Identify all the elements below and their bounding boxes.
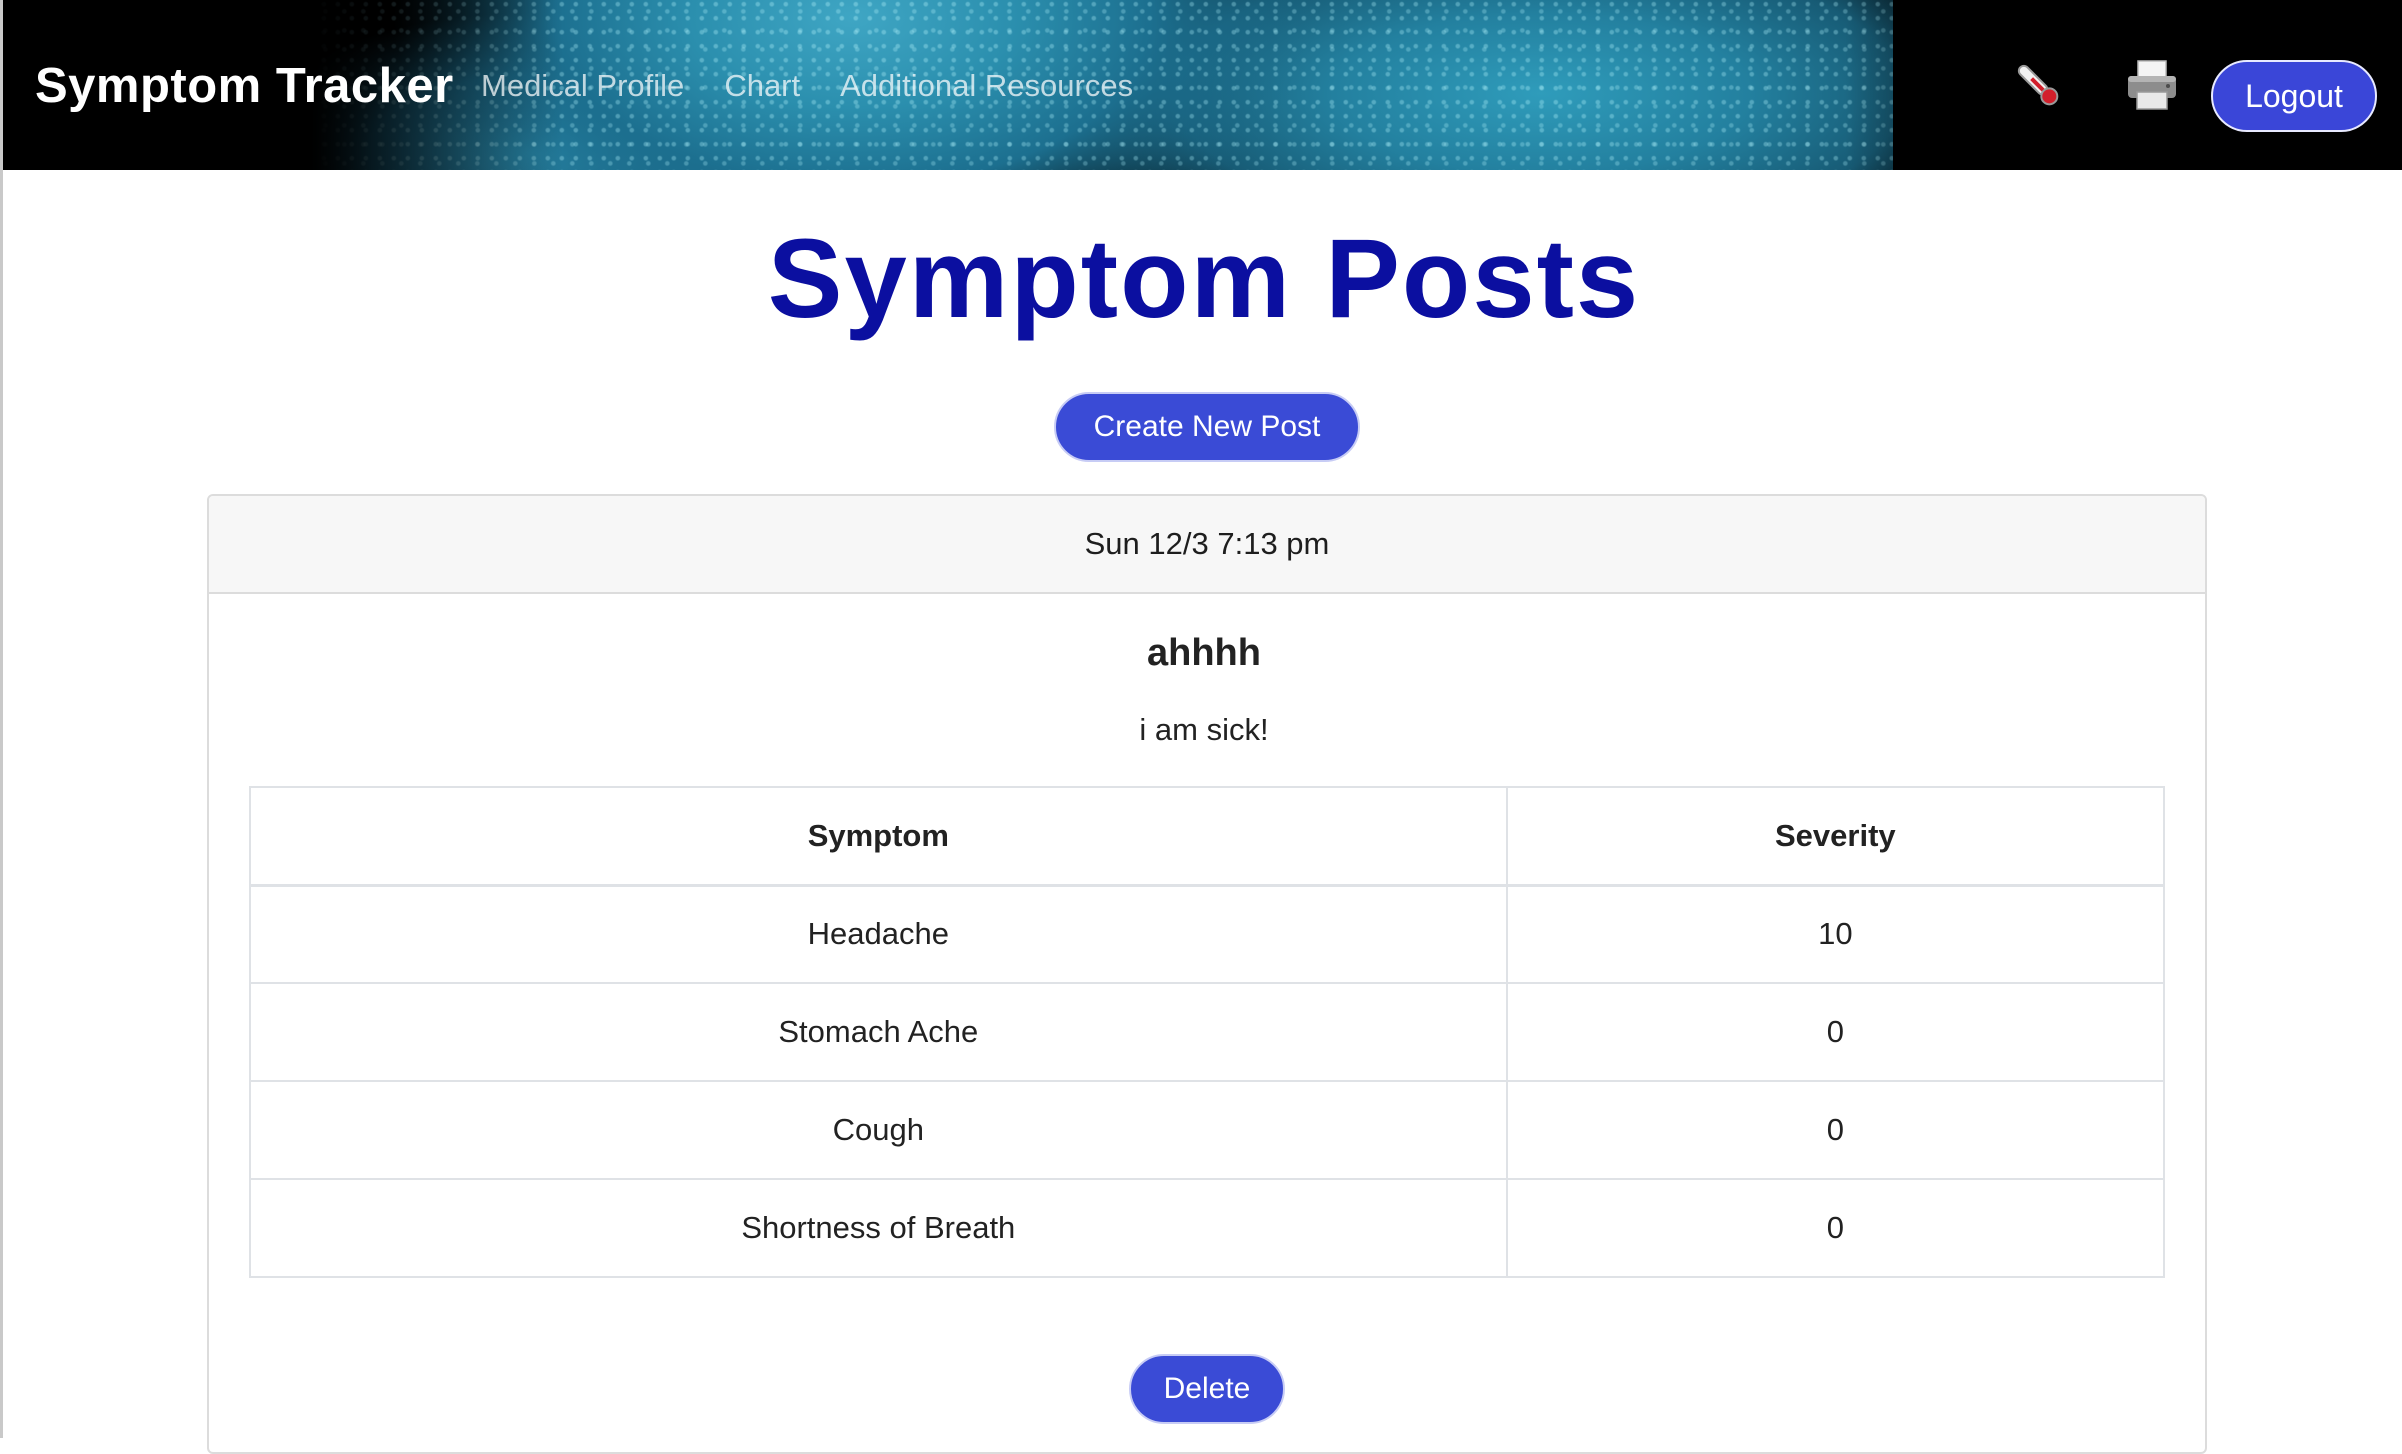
table-row: Shortness of Breath 0 [249, 1178, 2166, 1278]
thermometer-icon[interactable] [2011, 58, 2065, 112]
delete-post-button[interactable]: Delete [1129, 1354, 1285, 1424]
nav-link-chart[interactable]: Chart [724, 68, 800, 104]
table-row: Headache 10 [249, 884, 2166, 984]
nav-links: Medical Profile Chart Additional Resourc… [481, 68, 1133, 104]
symptom-table: Symptom Severity Headache 10 Stomach Ach… [249, 786, 2166, 1278]
create-new-post-button[interactable]: Create New Post [1054, 392, 1360, 462]
table-header-row: Symptom Severity [249, 786, 2166, 887]
severity-cell: 0 [1505, 982, 2166, 1082]
column-header-severity: Severity [1505, 786, 2166, 887]
page-title: Symptom Posts [767, 216, 1641, 341]
table-row: Cough 0 [249, 1080, 2166, 1180]
printer-icon[interactable] [2125, 58, 2179, 112]
severity-cell: 0 [1505, 1080, 2166, 1180]
post-timestamp: Sun 12/3 7:13 pm [209, 496, 2205, 594]
brand-link[interactable]: Symptom Tracker [35, 58, 454, 114]
symptom-cell: Headache [249, 884, 1508, 984]
table-row: Stomach Ache 0 [249, 982, 2166, 1082]
post-body: i am sick! [1139, 712, 1269, 747]
app-frame: Symptom Tracker Medical Profile Chart Ad… [0, 0, 2402, 1454]
column-header-symptom: Symptom [249, 786, 1508, 887]
post-title: ahhhh [1147, 632, 1261, 674]
nav-link-medical-profile[interactable]: Medical Profile [481, 68, 684, 104]
severity-cell: 0 [1505, 1178, 2166, 1278]
severity-cell: 10 [1505, 884, 2166, 984]
navbar: Symptom Tracker Medical Profile Chart Ad… [3, 0, 2402, 170]
symptom-cell: Cough [249, 1080, 1508, 1180]
logout-button[interactable]: Logout [2211, 60, 2377, 132]
nav-link-additional-resources[interactable]: Additional Resources [840, 68, 1133, 104]
symptom-cell: Stomach Ache [249, 982, 1508, 1082]
symptom-cell: Shortness of Breath [249, 1178, 1508, 1278]
